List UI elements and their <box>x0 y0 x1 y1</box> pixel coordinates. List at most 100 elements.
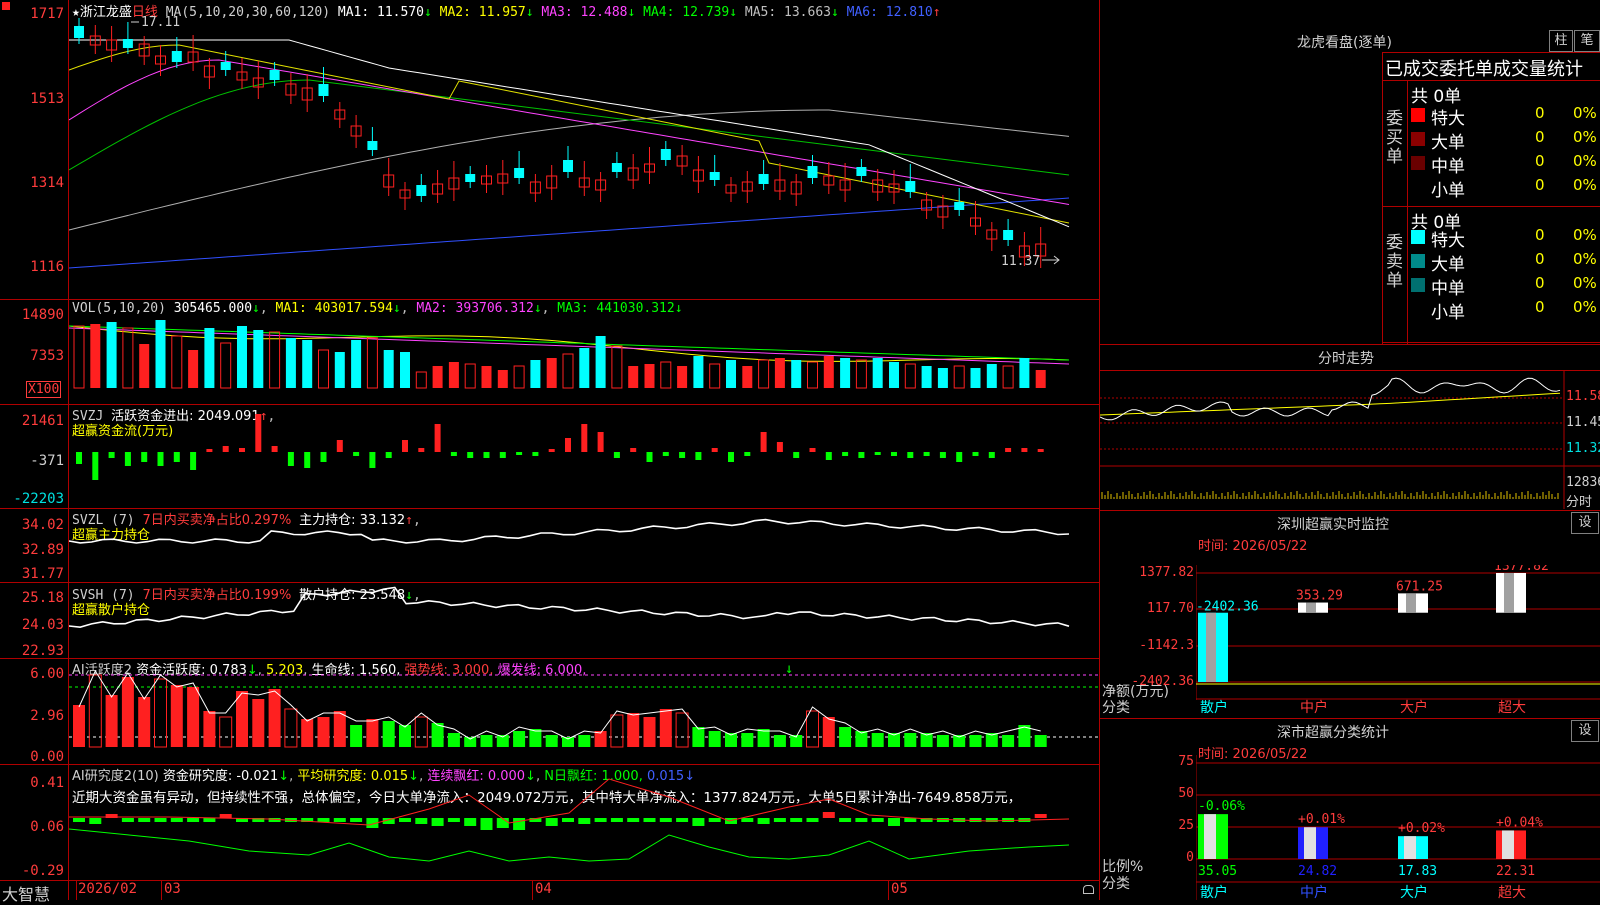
kline-chart-area[interactable]: ★浙江龙盛日线 MA(5,10,20,30,60,120) MA1: 11.57… <box>0 0 1100 904</box>
order-stats-table: 已成交委托单成交量统计 委买单 共 0单 特大 0 0% 大单 0 0% 中单 0 0% 小单 0 0… <box>1382 52 1600 344</box>
vol-unit-label[interactable]: X100 <box>26 381 62 398</box>
class-bar <box>1398 836 1428 859</box>
volume-bar <box>237 326 247 388</box>
fund-flow-bar <box>613 452 620 458</box>
intraday-axis-label: 11.45 <box>1566 415 1600 430</box>
fund-flow-bar <box>92 452 99 480</box>
research-bar <box>496 818 509 828</box>
activity-bar <box>121 677 134 747</box>
volume-bar <box>953 365 965 389</box>
candle-body <box>1003 230 1014 240</box>
candle-body <box>905 181 916 192</box>
activity-bar <box>366 719 379 747</box>
svzj-axis-label: 21461 <box>21 413 64 429</box>
x-axis-label: 03 <box>164 881 181 897</box>
sz-monitor-title: 深圳超赢实时监控 <box>1277 517 1389 533</box>
class-value-label: 17.83 <box>1398 864 1437 879</box>
sz-monitor-xlabel: 分类 <box>1102 700 1130 716</box>
fund-flow-bar <box>255 414 262 452</box>
activity-bar <box>1034 735 1047 747</box>
fund-flow-bar <box>108 452 115 458</box>
volume-bar <box>791 360 802 388</box>
class-bar <box>1298 827 1328 859</box>
research-bar <box>89 818 102 824</box>
svsh-chart[interactable] <box>69 584 1099 658</box>
ai-research-chart[interactable] <box>69 765 1099 880</box>
order-percent: 0% <box>1573 298 1597 316</box>
order-size-label: 中单 <box>1431 157 1465 177</box>
volume-bar <box>188 350 199 388</box>
low-price-mark: 11.37 <box>1001 254 1040 269</box>
research-bar <box>399 818 411 822</box>
sz-monitor-settings-button[interactable]: 设 <box>1571 512 1599 534</box>
order-size-label: 小单 <box>1431 303 1465 323</box>
candle-body <box>563 160 573 172</box>
fund-flow-bar <box>402 440 408 452</box>
fund-flow-bar <box>271 446 278 452</box>
activity-bar <box>88 674 102 748</box>
buy-side-label: 委买单 <box>1386 109 1403 167</box>
activity-bar <box>431 723 444 747</box>
svzl-chart[interactable] <box>69 509 1099 582</box>
intraday-axis-label: 11.32 <box>1566 441 1600 456</box>
fund-flow-bar <box>124 452 131 466</box>
intraday-title: 分时走势 <box>1318 351 1374 367</box>
order-size-label: 大单 <box>1431 133 1465 153</box>
candlestick-chart[interactable]: 17.11 11.37 <box>69 0 1099 299</box>
svzj-chart[interactable] <box>69 405 1099 508</box>
research-bar <box>187 818 200 822</box>
fund-flow-bar <box>418 448 425 452</box>
tick-mode-button[interactable]: 笔 <box>1574 30 1600 52</box>
order-row: 中单 0 0% <box>1409 274 1599 299</box>
intraday-axis-label: 分时 <box>1566 495 1593 510</box>
volume-bar <box>546 358 557 388</box>
volume-bar <box>595 336 606 388</box>
volume-bar <box>726 360 736 388</box>
monitor-category-label: 中户 <box>1300 700 1328 716</box>
class-category-label: 散户 <box>1200 885 1228 901</box>
volume-bar <box>579 348 590 388</box>
activity-bar <box>187 687 200 747</box>
monitor-bar <box>1496 573 1526 613</box>
order-row: 特大 0 0% <box>1409 226 1599 251</box>
activity-bar <box>904 733 917 747</box>
volume-bar <box>73 325 85 389</box>
order-percent: 0% <box>1573 128 1597 146</box>
intraday-chart[interactable] <box>1100 371 1600 509</box>
ai-active-chart[interactable]: ↓ <box>69 659 1099 764</box>
activity-bar <box>399 725 411 747</box>
research-bar <box>154 818 167 822</box>
volume-bar <box>530 360 541 388</box>
sz-class-settings-button[interactable]: 设 <box>1571 720 1599 742</box>
volume-bar <box>562 353 574 389</box>
fund-flow-bar <box>988 452 995 458</box>
activity-bar <box>513 731 526 747</box>
activity-bar <box>529 729 542 747</box>
vol-ma2-line <box>69 327 1070 365</box>
bar-mode-button[interactable]: 柱 <box>1549 30 1573 52</box>
activity-bar <box>73 705 85 747</box>
research-bar <box>121 818 134 822</box>
fund-flow-bar <box>369 452 376 468</box>
candle-body <box>171 51 182 62</box>
sz-class-axis-label: 0 <box>1186 850 1194 865</box>
sz-class-chart[interactable]: -0.06% 35.05 +0.01% 24.82 +0.02% 17.83 +0.04% 2… <box>1196 755 1600 900</box>
lock-icon[interactable] <box>1083 885 1094 894</box>
sz-class-axis-label: 75 <box>1178 754 1194 769</box>
fund-flow-bar <box>891 452 897 456</box>
volume-bar <box>872 358 883 388</box>
activity-bar <box>936 735 949 747</box>
fund-flow-bar <box>76 452 82 464</box>
research-bar <box>741 818 754 822</box>
vol-axis-label: 14890 <box>21 307 64 323</box>
research-bar <box>594 818 607 822</box>
sz-monitor-chart[interactable]: -2402.36 353.29 671.25 1377.82 <box>1196 565 1600 700</box>
candle-body <box>709 172 720 180</box>
ma2-line <box>69 44 1070 224</box>
candle-body <box>465 174 476 182</box>
volume-chart[interactable] <box>69 300 1099 404</box>
research-bar <box>138 818 151 822</box>
volume-bar <box>758 359 770 389</box>
fund-flow-bar <box>467 452 474 458</box>
research-bar <box>562 818 574 822</box>
